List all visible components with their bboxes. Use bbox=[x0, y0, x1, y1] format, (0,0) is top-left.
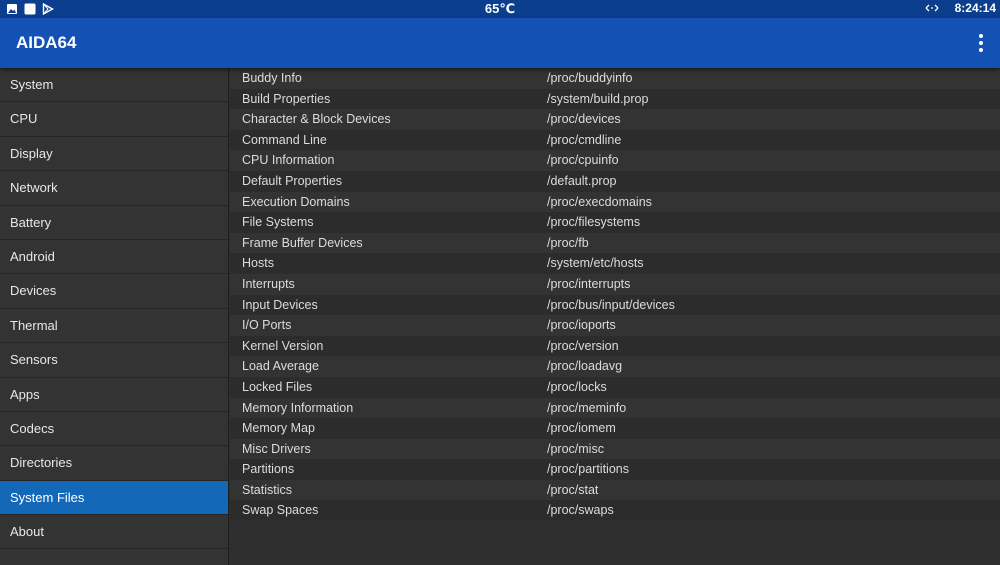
file-name: Memory Information bbox=[242, 400, 354, 415]
list-item[interactable]: Interrupts/proc/interrupts bbox=[230, 273, 1000, 295]
file-path: /system/build.prop bbox=[547, 91, 649, 106]
file-name: Kernel Version bbox=[242, 338, 324, 353]
file-name: Swap Spaces bbox=[242, 503, 319, 518]
file-path: /proc/iomem bbox=[547, 421, 616, 436]
list-item[interactable]: Build Properties/system/build.prop bbox=[230, 88, 1000, 110]
file-path: /proc/interrupts bbox=[547, 276, 631, 291]
file-path: /proc/filesystems bbox=[547, 215, 641, 230]
temperature-readout: 65℃ bbox=[484, 1, 516, 16]
file-name: Execution Domains bbox=[242, 194, 350, 209]
list-item[interactable]: Misc Drivers/proc/misc bbox=[230, 438, 1000, 460]
file-path: /proc/stat bbox=[547, 482, 599, 497]
sidebar-item-display[interactable]: Display bbox=[0, 137, 228, 172]
file-name: Frame Buffer Devices bbox=[242, 235, 363, 250]
file-path: /proc/meminfo bbox=[547, 400, 627, 415]
sidebar-item-system-files[interactable]: System Files bbox=[0, 480, 228, 516]
file-name: Locked Files bbox=[242, 379, 313, 394]
file-name: Command Line bbox=[242, 132, 327, 147]
file-path: /proc/partitions bbox=[547, 462, 629, 477]
sidebar-item-codecs[interactable]: Codecs bbox=[0, 412, 228, 447]
list-item[interactable]: Partitions/proc/partitions bbox=[230, 459, 1000, 480]
file-name: Interrupts bbox=[242, 276, 295, 291]
file-name: Default Properties bbox=[242, 173, 343, 188]
clock: 8:24:14 bbox=[954, 1, 996, 15]
sidebar-item-directories[interactable]: Directories bbox=[0, 446, 228, 481]
sidebar: System CPU Display Network Battery Andro… bbox=[0, 68, 229, 565]
file-name: Character & Block Devices bbox=[242, 112, 391, 127]
file-path: /proc/swaps bbox=[547, 503, 614, 518]
list-item[interactable]: CPU Information/proc/cpuinfo bbox=[230, 150, 1000, 171]
list-item[interactable]: Frame Buffer Devices/proc/fb bbox=[230, 232, 1000, 254]
sidebar-item-battery[interactable]: Battery bbox=[0, 206, 228, 240]
sidebar-item-apps[interactable]: Apps bbox=[0, 378, 228, 412]
file-name: Buddy Info bbox=[242, 71, 302, 85]
sidebar-item-sensors[interactable]: Sensors bbox=[0, 343, 228, 378]
list-item[interactable]: Swap Spaces/proc/swaps bbox=[230, 500, 1000, 522]
list-item[interactable]: Memory Information/proc/meminfo bbox=[230, 397, 1000, 419]
file-path: /proc/locks bbox=[547, 379, 607, 394]
overflow-menu-icon[interactable] bbox=[974, 31, 988, 55]
sidebar-item-system[interactable]: System bbox=[0, 68, 228, 103]
file-name: Misc Drivers bbox=[242, 441, 311, 456]
sidebar-item-about[interactable]: About bbox=[0, 515, 228, 550]
system-files-list: Buddy Info/proc/buddyinfo Build Properti… bbox=[230, 68, 1000, 565]
file-name: Statistics bbox=[242, 482, 293, 497]
file-name: Hosts bbox=[242, 256, 274, 271]
file-path: /proc/devices bbox=[547, 112, 621, 127]
app-title: AIDA64 bbox=[16, 33, 77, 52]
file-path: /proc/version bbox=[547, 338, 619, 353]
file-name: Input Devices bbox=[242, 297, 318, 312]
list-item[interactable]: Command Line/proc/cmdline bbox=[230, 129, 1000, 151]
app-bar: AIDA64 bbox=[0, 18, 1000, 68]
file-name: I/O Ports bbox=[242, 318, 292, 333]
file-path: /default.prop bbox=[547, 173, 617, 188]
file-name: CPU Information bbox=[242, 153, 335, 168]
list-item[interactable]: Load Average/proc/loadavg bbox=[230, 356, 1000, 377]
file-path: /proc/loadavg bbox=[547, 359, 623, 374]
network-arrows-icon bbox=[925, 4, 939, 12]
file-name: Memory Map bbox=[242, 421, 315, 436]
file-path: /system/etc/hosts bbox=[547, 256, 644, 271]
list-item[interactable]: I/O Ports/proc/ioports bbox=[230, 315, 1000, 336]
file-path: /proc/cmdline bbox=[547, 132, 622, 147]
list-item[interactable]: Buddy Info/proc/buddyinfo bbox=[230, 68, 1000, 89]
file-name: File Systems bbox=[242, 215, 314, 230]
list-item[interactable]: Hosts/system/etc/hosts bbox=[230, 253, 1000, 274]
file-path: /proc/ioports bbox=[547, 318, 616, 333]
file-name: Partitions bbox=[242, 462, 295, 477]
list-item[interactable]: Execution Domains/proc/execdomains bbox=[230, 191, 1000, 213]
file-path: /proc/execdomains bbox=[547, 194, 652, 209]
list-item[interactable]: Memory Map/proc/iomem bbox=[230, 418, 1000, 439]
sidebar-item-network[interactable]: Network bbox=[0, 171, 228, 206]
sidebar-item-android[interactable]: Android bbox=[0, 240, 228, 275]
sidebar-item-cpu[interactable]: CPU bbox=[0, 102, 228, 137]
list-item[interactable]: Kernel Version/proc/version bbox=[230, 335, 1000, 357]
sidebar-item-thermal[interactable]: Thermal bbox=[0, 309, 228, 344]
file-path: /proc/cpuinfo bbox=[547, 153, 619, 168]
list-item[interactable]: Default Properties/default.prop bbox=[230, 170, 1000, 192]
list-item[interactable]: Input Devices/proc/bus/input/devices bbox=[230, 294, 1000, 316]
file-path: /proc/misc bbox=[547, 441, 604, 456]
list-item[interactable]: Character & Block Devices/proc/devices bbox=[230, 109, 1000, 130]
file-path: /proc/fb bbox=[547, 235, 589, 250]
list-item[interactable]: Statistics/proc/stat bbox=[230, 479, 1000, 501]
file-path: /proc/buddyinfo bbox=[547, 71, 633, 85]
file-name: Build Properties bbox=[242, 91, 331, 106]
list-item[interactable]: File Systems/proc/filesystems bbox=[230, 212, 1000, 233]
list-item[interactable]: Locked Files/proc/locks bbox=[230, 376, 1000, 398]
file-path: /proc/bus/input/devices bbox=[547, 297, 675, 312]
file-name: Load Average bbox=[242, 359, 319, 374]
sidebar-item-devices[interactable]: Devices bbox=[0, 274, 228, 309]
status-bar: 65℃ 8:24:14 bbox=[0, 0, 1000, 18]
